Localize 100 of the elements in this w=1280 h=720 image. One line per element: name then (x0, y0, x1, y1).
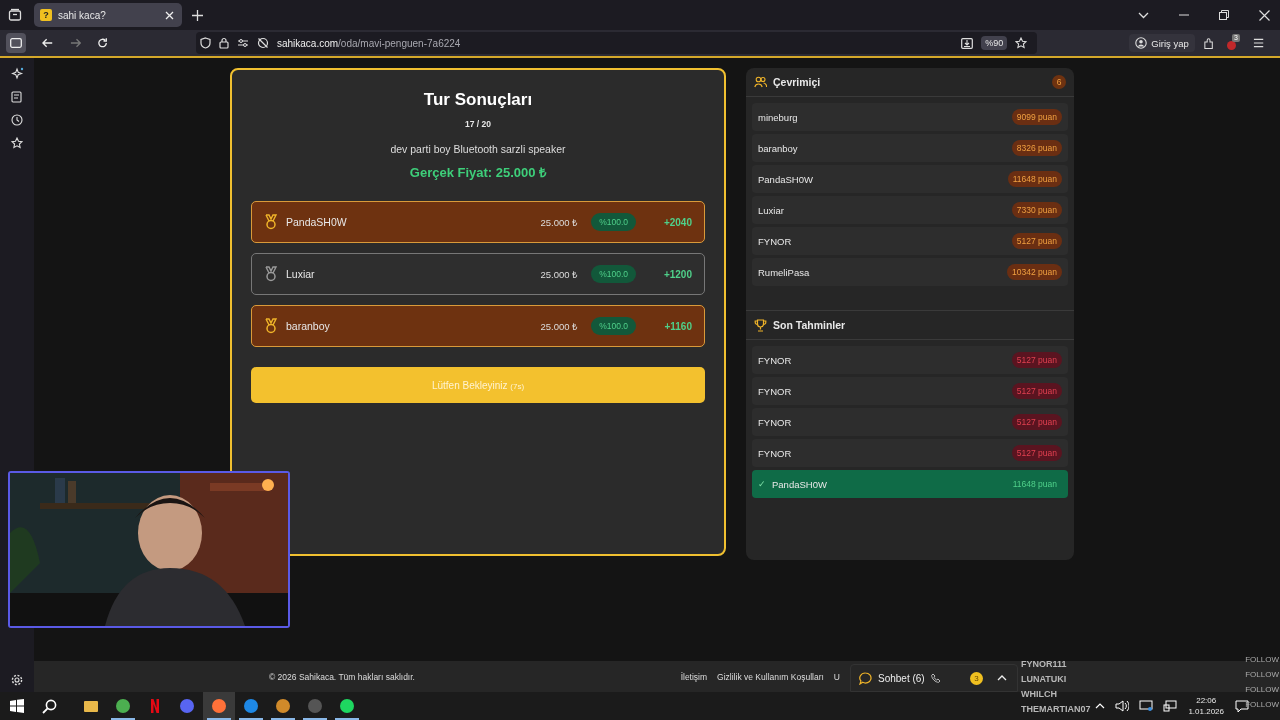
score-badge: 5127 puan (1011, 352, 1062, 368)
player-name: FYNOR (758, 416, 793, 428)
player-name: baranboy (758, 142, 799, 154)
sparkle-icon[interactable] (10, 67, 24, 80)
forward-icon[interactable] (69, 38, 81, 48)
copyright-text: © 2026 Sahikaca. Tüm hakları saklıdır. (269, 671, 415, 682)
app-icon (307, 698, 323, 714)
app-icon (211, 698, 227, 714)
app-icon (243, 698, 259, 714)
zoom-level-button[interactable]: %90 (981, 36, 1008, 50)
score-badge: 7330 puan (1011, 202, 1062, 218)
app-icon (339, 698, 355, 714)
player-name: RumeliPasa (758, 266, 811, 278)
player-name: FYNOR (758, 385, 793, 397)
download-icon[interactable] (961, 37, 974, 49)
sliders-icon[interactable] (236, 38, 249, 48)
sidebar-toggle-button[interactable] (6, 33, 27, 53)
check-icon: ✓ (758, 479, 766, 489)
star-icon[interactable] (11, 137, 23, 149)
player-name: FYNOR (758, 354, 793, 366)
player-name: FYNOR (758, 235, 793, 247)
taskbar-app[interactable] (203, 692, 235, 720)
guess-amount: 25.000 ₺ (540, 215, 578, 229)
score-badge: 5127 puan (1011, 383, 1062, 399)
panel-title: Çevrimiçi (773, 76, 822, 88)
chevron-down-icon[interactable] (1138, 11, 1149, 19)
close-icon[interactable] (165, 10, 174, 20)
viewer-name: FYNOR111 (1021, 658, 1067, 671)
unread-badge: 3 (970, 671, 983, 685)
accuracy-badge: %100.0 (591, 265, 636, 283)
extensions-icon[interactable] (1202, 36, 1214, 50)
back-icon[interactable] (42, 38, 54, 48)
clock-date: 1.01.2026 (1188, 706, 1224, 717)
player-name: PandaSH0W (286, 216, 348, 228)
score-badge: 5127 puan (1011, 233, 1062, 249)
chat-label: Sohbet (6) (878, 672, 925, 684)
address-bar[interactable]: sahikaca.com/oda/mavi-penguen-7a6224 %90 (195, 32, 1038, 54)
speaker-icon[interactable] (1115, 700, 1130, 712)
camera-off-icon[interactable] (256, 37, 269, 49)
app-icon (115, 698, 131, 714)
settings-icon[interactable] (11, 674, 23, 686)
follow-label: FOLLOW (1245, 655, 1279, 664)
start-icon[interactable] (10, 699, 24, 713)
history-sidebar-icon[interactable] (11, 91, 23, 103)
player-name: mineburg (758, 111, 799, 123)
close-icon[interactable] (1259, 9, 1270, 21)
medal-icon (264, 214, 278, 230)
tab-list-icon[interactable] (8, 8, 22, 22)
clock-icon[interactable] (11, 114, 23, 126)
sidebar-icon (10, 38, 23, 48)
product-name: dev parti boy Bluetooth sarzli speaker (390, 143, 566, 155)
phone-icon (930, 673, 941, 683)
app-icon (179, 698, 195, 714)
url-text: sahikaca.com/oda/mavi-penguen-7a6224 (276, 37, 461, 49)
footer-link[interactable]: Gizlilik ve Kullanım Koşulları (717, 671, 824, 682)
real-price: Gerçek Fiyat: 25.000 ₺ (409, 164, 547, 181)
footer-link[interactable]: İletişim (680, 671, 708, 682)
score-badge: 11648 puan (1007, 171, 1062, 187)
points-earned: +1160 (663, 320, 692, 332)
account-icon (1135, 37, 1148, 49)
sign-in-button[interactable]: Giriş yap (1129, 34, 1195, 52)
score-badge: 10342 puan (1007, 264, 1062, 280)
viewer-name: WHILCH (1021, 688, 1057, 701)
restore-icon[interactable] (1219, 10, 1229, 20)
shield-icon[interactable] (199, 37, 211, 49)
monitor-icon[interactable] (1139, 700, 1154, 712)
score-label: 11648 puan (1011, 478, 1058, 491)
round-title: Tur Sonuçları (423, 90, 533, 110)
browser-tab[interactable]: ? sahi kaca? (34, 3, 182, 27)
trophy-icon (754, 318, 767, 332)
lock-icon[interactable] (218, 37, 229, 49)
follow-label: FOLLOW (1245, 685, 1279, 694)
viewer-name: THEMARTIAN07 (1021, 703, 1091, 716)
network-icon[interactable] (1163, 700, 1178, 712)
player-name: Luxiar (758, 204, 785, 216)
guess-amount: 25.000 ₺ (540, 319, 578, 333)
accuracy-badge: %100.0 (591, 317, 636, 335)
round-number: 17 / 20 (464, 118, 492, 131)
medal-icon (264, 266, 278, 282)
viewer-name: LUNATUKI (1021, 673, 1067, 686)
player-name: Luxiar (286, 268, 316, 280)
star-icon[interactable] (1015, 37, 1028, 49)
chat-bar[interactable]: Sohbet (6) 3 (850, 664, 1018, 692)
panel-title: Son Tahminler (773, 319, 847, 331)
guess-amount: 25.000 ₺ (540, 267, 578, 281)
app-icon (83, 698, 99, 714)
favicon: ? (40, 9, 52, 21)
search-icon[interactable] (42, 698, 57, 714)
points-earned: +2040 (662, 216, 692, 228)
online-count: 6 (1052, 75, 1066, 89)
menu-icon[interactable] (1252, 38, 1264, 48)
chat-bubble-icon (859, 671, 872, 685)
chevron-up-icon[interactable] (997, 675, 1007, 681)
follow-label: FOLLOW (1245, 670, 1279, 679)
footer-link[interactable]: U (833, 671, 840, 682)
new-tab-icon[interactable] (192, 9, 203, 21)
player-name: PandaSH0W (772, 478, 828, 490)
score-badge: 9099 puan (1011, 109, 1062, 125)
reload-icon[interactable] (96, 37, 108, 49)
score-badge: 8326 puan (1011, 140, 1062, 156)
